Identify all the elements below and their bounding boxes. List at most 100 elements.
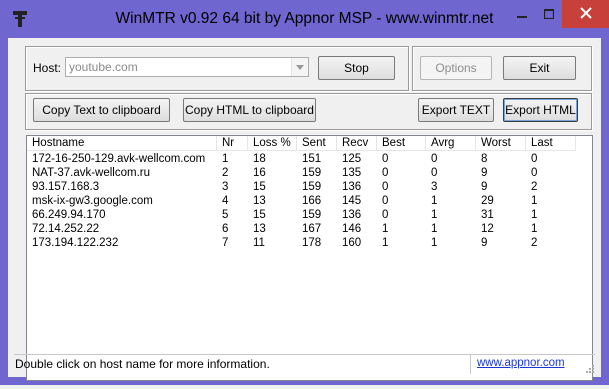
maximize-icon xyxy=(543,8,555,22)
cell-best: 0 xyxy=(382,195,389,207)
status-divider xyxy=(470,355,471,374)
close-icon xyxy=(579,6,592,22)
column-header-recv[interactable]: Recv xyxy=(337,136,377,151)
cell-nr: 3 xyxy=(222,181,229,193)
cell-nr: 2 xyxy=(222,167,229,179)
trace-table[interactable]: Hostname Nr Loss % Sent Recv Best Avrg W… xyxy=(26,135,593,381)
cell-loss: 16 xyxy=(253,167,266,179)
cell-sent: 166 xyxy=(302,195,322,207)
cell-best: 0 xyxy=(382,167,389,179)
cell-nr: 7 xyxy=(222,237,229,249)
table-row[interactable]: 72.14.252.22 6 13 167 146 1 1 12 1 xyxy=(27,222,592,236)
cell-worst: 12 xyxy=(481,223,494,235)
chevron-down-icon[interactable] xyxy=(291,58,308,76)
client-area: Host: youtube.com Stop Options Exit Copy… xyxy=(8,38,601,381)
cell-hostname: 72.14.252.22 xyxy=(32,223,100,235)
cell-last: 1 xyxy=(531,209,538,221)
cell-hostname: 172-16-250-129.avk-wellcom.com xyxy=(32,153,206,165)
resize-grip-icon[interactable] xyxy=(583,362,595,374)
cell-hostname: 66.249.94.170 xyxy=(32,209,106,221)
column-header-avrg[interactable]: Avrg xyxy=(426,136,476,151)
cell-last: 2 xyxy=(531,237,538,249)
copy-html-button[interactable]: Copy HTML to clipboard xyxy=(183,98,316,122)
table-row[interactable]: 172-16-250-129.avk-wellcom.com 1 18 151 125 0… xyxy=(27,152,592,166)
host-label: Host: xyxy=(33,61,62,75)
minimize-icon xyxy=(517,8,527,22)
cell-worst: 9 xyxy=(481,167,488,179)
appnor-link[interactable]: www.appnor.com xyxy=(477,357,565,369)
cell-loss: 15 xyxy=(253,209,266,221)
cell-recv: 145 xyxy=(342,195,362,207)
export-html-button[interactable]: Export HTML xyxy=(503,98,578,122)
cell-worst: 9 xyxy=(481,237,488,249)
cell-avrg: 0 xyxy=(431,167,438,179)
options-button[interactable]: Options xyxy=(420,56,492,80)
cell-worst: 31 xyxy=(481,209,494,221)
cell-recv: 136 xyxy=(342,181,362,193)
cell-best: 0 xyxy=(382,209,389,221)
cell-worst: 29 xyxy=(481,195,494,207)
cell-avrg: 1 xyxy=(431,237,438,249)
cell-sent: 159 xyxy=(302,181,322,193)
cell-loss: 13 xyxy=(253,195,266,207)
cell-loss: 11 xyxy=(253,237,265,249)
cell-hostname: 173.194.122.232 xyxy=(32,237,119,249)
close-button[interactable] xyxy=(562,0,609,28)
cell-nr: 4 xyxy=(222,195,229,207)
title-bar[interactable]: WinMTR v0.92 64 bit by Appnor MSP - www.… xyxy=(0,0,609,38)
cell-loss: 13 xyxy=(253,223,266,235)
winmtr-window: WinMTR v0.92 64 bit by Appnor MSP - www.… xyxy=(0,0,609,385)
column-header-best[interactable]: Best xyxy=(377,136,426,151)
host-combobox[interactable]: youtube.com xyxy=(65,57,309,77)
cell-hostname: NAT-37.avk-wellcom.ru xyxy=(32,167,151,179)
cell-best: 0 xyxy=(382,153,389,165)
cell-recv: 146 xyxy=(342,223,362,235)
cell-best: 1 xyxy=(382,237,389,249)
host-combobox-value: youtube.com xyxy=(69,60,138,74)
column-header-worst[interactable]: Worst xyxy=(476,136,526,151)
cell-worst: 9 xyxy=(481,181,488,193)
cell-worst: 8 xyxy=(481,153,488,165)
cell-avrg: 0 xyxy=(431,153,438,165)
cell-nr: 6 xyxy=(222,223,229,235)
table-row[interactable]: 66.249.94.170 5 15 159 136 0 1 31 1 xyxy=(27,208,592,222)
cell-recv: 125 xyxy=(342,153,362,165)
cell-avrg: 1 xyxy=(431,209,438,221)
column-header-loss[interactable]: Loss % xyxy=(248,136,297,151)
column-header-last[interactable]: Last xyxy=(526,136,576,151)
cell-last: 2 xyxy=(531,181,538,193)
column-header-sent[interactable]: Sent xyxy=(297,136,337,151)
cell-loss: 15 xyxy=(253,181,266,193)
export-text-button[interactable]: Export TEXT xyxy=(418,98,494,122)
table-row[interactable]: 173.194.122.232 7 11 178 160 1 1 9 2 xyxy=(27,236,592,250)
exit-button[interactable]: Exit xyxy=(503,56,576,80)
table-header: Hostname Nr Loss % Sent Recv Best Avrg W… xyxy=(27,136,592,152)
stop-button[interactable]: Stop xyxy=(318,56,395,80)
cell-nr: 1 xyxy=(222,153,229,165)
column-header-nr[interactable]: Nr xyxy=(217,136,248,151)
table-row[interactable]: NAT-37.avk-wellcom.ru 2 16 159 135 0 0 9 0 xyxy=(27,166,592,180)
table-row[interactable]: 93.157.168.3 3 15 159 136 0 3 9 2 xyxy=(27,180,592,194)
status-bar: Double click on host name for more infor… xyxy=(14,354,595,374)
cell-avrg: 1 xyxy=(431,195,438,207)
cell-sent: 159 xyxy=(302,167,322,179)
cell-sent: 178 xyxy=(302,237,322,249)
cell-recv: 160 xyxy=(342,237,362,249)
cell-hostname: msk-ix-gw3.google.com xyxy=(32,195,153,207)
cell-last: 1 xyxy=(531,195,538,207)
table-row[interactable]: msk-ix-gw3.google.com 4 13 166 145 0 1 29 1 xyxy=(27,194,592,208)
cell-nr: 5 xyxy=(222,209,229,221)
cell-last: 0 xyxy=(531,167,538,179)
cell-loss: 18 xyxy=(253,153,266,165)
status-message: Double click on host name for more infor… xyxy=(15,357,270,371)
cell-last: 1 xyxy=(531,223,538,235)
cell-last: 0 xyxy=(531,153,538,165)
cell-avrg: 1 xyxy=(431,223,438,235)
cell-hostname: 93.157.168.3 xyxy=(32,181,100,193)
column-header-hostname[interactable]: Hostname xyxy=(27,136,217,151)
copy-text-button[interactable]: Copy Text to clipboard xyxy=(33,98,170,122)
cell-sent: 159 xyxy=(302,209,322,221)
cell-best: 0 xyxy=(382,181,389,193)
cell-recv: 135 xyxy=(342,167,362,179)
cell-sent: 151 xyxy=(302,153,322,165)
